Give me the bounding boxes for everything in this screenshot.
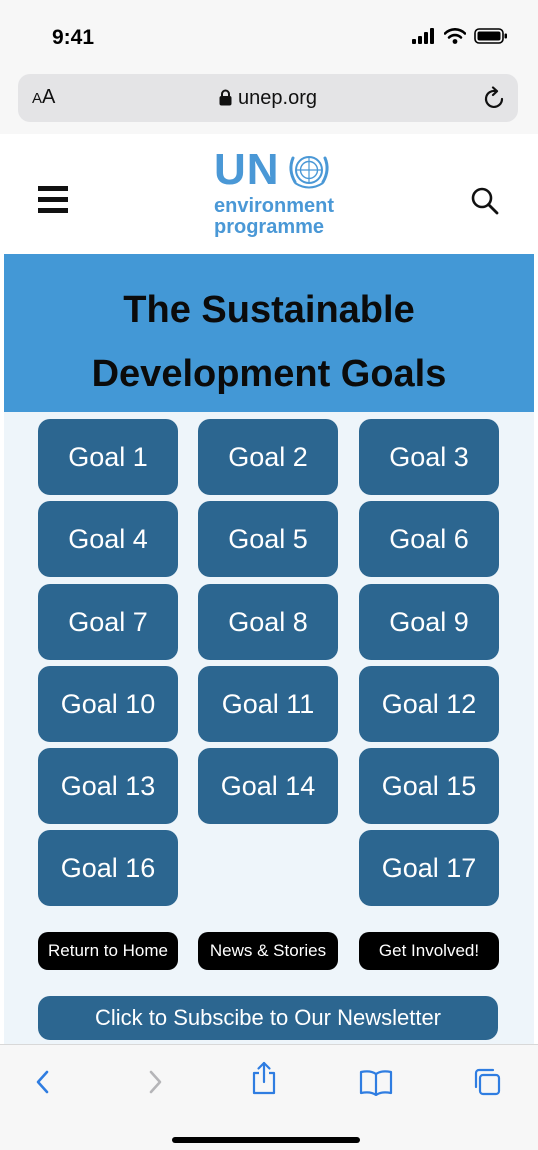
logo-un-text: UN bbox=[214, 145, 280, 194]
status-bar: 9:41 bbox=[0, 0, 538, 70]
news-stories-button[interactable]: News & Stories bbox=[198, 932, 338, 970]
home-indicator bbox=[172, 1137, 360, 1143]
hero-banner: The Sustainable Development Goals bbox=[4, 254, 534, 412]
page-title: The Sustainable Development Goals bbox=[4, 278, 534, 406]
browser-address-area: AA unep.org bbox=[0, 70, 538, 134]
title-line-2: Development Goals bbox=[91, 353, 447, 395]
back-button[interactable] bbox=[26, 1065, 60, 1099]
goal-6-button[interactable]: Goal 6 bbox=[359, 501, 499, 577]
goal-4-button[interactable]: Goal 4 bbox=[38, 501, 178, 577]
goal-1-button[interactable]: Goal 1 bbox=[38, 419, 178, 495]
battery-icon bbox=[474, 28, 507, 44]
goal-14-button[interactable]: Goal 14 bbox=[198, 748, 338, 824]
goal-17-button[interactable]: Goal 17 bbox=[359, 830, 499, 906]
search-icon[interactable] bbox=[470, 186, 500, 216]
chevron-left-icon bbox=[36, 1070, 49, 1094]
tabs-button[interactable] bbox=[470, 1065, 504, 1099]
chevron-right-icon bbox=[149, 1070, 162, 1094]
goal-11-button[interactable]: Goal 11 bbox=[198, 666, 338, 742]
tabs-icon bbox=[474, 1068, 501, 1096]
domain-text: unep.org bbox=[238, 87, 317, 109]
goal-5-button[interactable]: Goal 5 bbox=[198, 501, 338, 577]
goal-15-button[interactable]: Goal 15 bbox=[359, 748, 499, 824]
book-icon bbox=[359, 1070, 393, 1096]
wifi-icon bbox=[444, 28, 466, 44]
unep-logo[interactable]: UN environment programme bbox=[214, 148, 344, 243]
signal-icon bbox=[412, 28, 434, 44]
goal-8-button[interactable]: Goal 8 bbox=[198, 584, 338, 660]
reload-icon[interactable] bbox=[484, 86, 506, 110]
url-domain[interactable]: unep.org bbox=[18, 87, 518, 110]
logo-line-environment: environment bbox=[214, 195, 335, 217]
lock-icon bbox=[219, 89, 232, 106]
goal-7-button[interactable]: Goal 7 bbox=[38, 584, 178, 660]
forward-button[interactable] bbox=[138, 1065, 172, 1099]
goal-9-button[interactable]: Goal 9 bbox=[359, 584, 499, 660]
hamburger-menu-icon[interactable] bbox=[38, 186, 68, 214]
goal-2-button[interactable]: Goal 2 bbox=[198, 419, 338, 495]
get-involved-button[interactable]: Get Involved! bbox=[359, 932, 499, 970]
bookmarks-button[interactable] bbox=[359, 1065, 393, 1099]
title-line-1: The Sustainable bbox=[123, 289, 415, 331]
goal-10-button[interactable]: Goal 10 bbox=[38, 666, 178, 742]
share-icon bbox=[252, 1061, 276, 1095]
un-emblem-icon bbox=[289, 156, 329, 189]
share-button[interactable] bbox=[247, 1061, 281, 1095]
address-bar[interactable]: AA unep.org bbox=[18, 74, 518, 122]
logo-line-programme: programme bbox=[214, 216, 325, 238]
goal-12-button[interactable]: Goal 12 bbox=[359, 666, 499, 742]
browser-toolbar bbox=[0, 1044, 538, 1150]
site-header: UN environment programme bbox=[0, 134, 538, 254]
status-time: 9:41 bbox=[52, 26, 95, 49]
return-home-button[interactable]: Return to Home bbox=[38, 932, 178, 970]
newsletter-subscribe-button[interactable]: Click to Subscibe to Our Newsletter bbox=[38, 996, 498, 1040]
goal-16-button[interactable]: Goal 16 bbox=[38, 830, 178, 906]
goal-3-button[interactable]: Goal 3 bbox=[359, 419, 499, 495]
status-icons bbox=[412, 28, 508, 44]
goal-13-button[interactable]: Goal 13 bbox=[38, 748, 178, 824]
